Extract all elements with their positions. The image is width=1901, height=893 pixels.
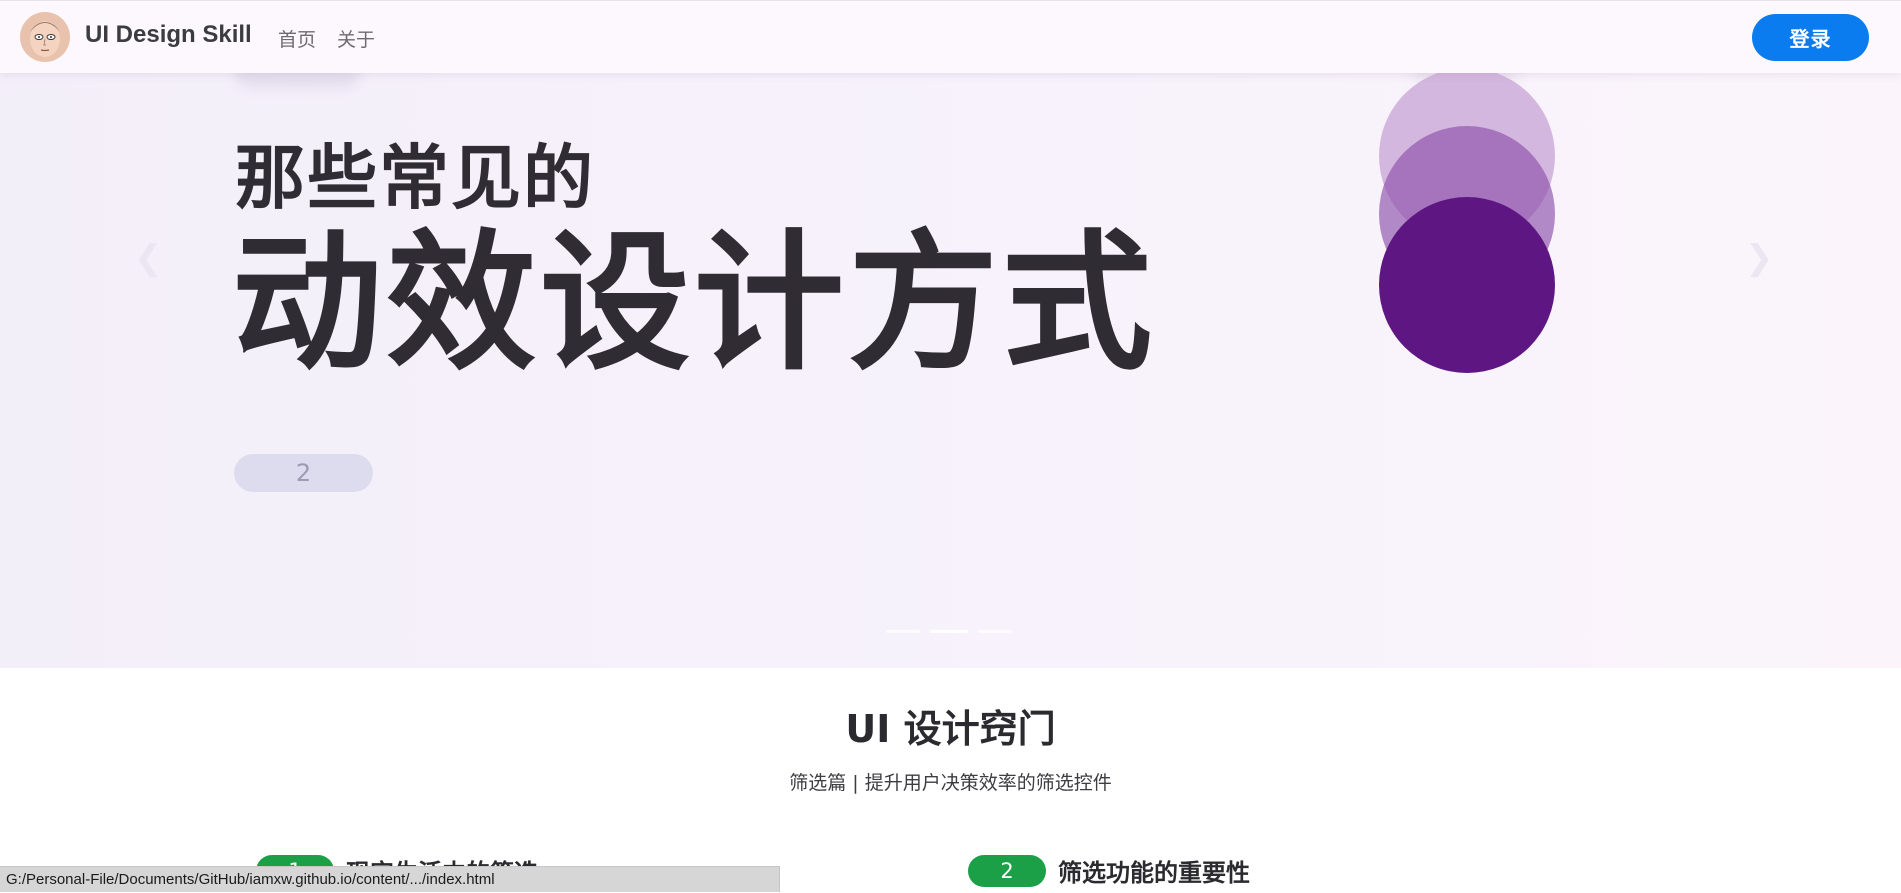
nav-home-link[interactable]: 首页: [278, 25, 316, 52]
brand-name[interactable]: UI Design Skill: [85, 21, 252, 49]
list-item[interactable]: 2 筛选功能的重要性: [968, 853, 1250, 888]
section-title: UI 设计窍门: [845, 707, 1056, 751]
browser-status-bar: G:/Personal-File/Documents/GitHub/iamxw.…: [0, 866, 780, 892]
carousel-dot[interactable]: [978, 630, 1012, 633]
avatar-logo-icon[interactable]: [20, 12, 70, 62]
carousel-dot[interactable]: [886, 630, 920, 633]
section-subtitle: 筛选篇 | 提升用户决策效率的筛选控件: [789, 772, 1112, 794]
item-number-badge: 2: [968, 854, 1046, 887]
item-title: 筛选功能的重要性: [1058, 859, 1250, 887]
carousel-dot-active[interactable]: [930, 630, 968, 633]
hero-blurred-tag: [235, 72, 360, 88]
hero-subtitle: 那些常见的: [235, 137, 595, 219]
carousel-next-icon[interactable]: ❯: [1745, 238, 1774, 278]
decorative-circle-dark: [1379, 197, 1555, 373]
hero-title: 动效设计方式: [232, 217, 1157, 391]
carousel-indicators: [886, 630, 1012, 633]
login-button[interactable]: 登录: [1752, 14, 1869, 61]
hero-carousel: 那些常见的 动效设计方式 2 ❮ ❯: [0, 72, 1901, 668]
carousel-prev-icon[interactable]: ❮: [134, 238, 163, 278]
nav-about-link[interactable]: 关于: [337, 25, 375, 52]
slide-number-badge: 2: [234, 454, 373, 492]
top-navbar: UI Design Skill 首页 关于 登录: [0, 0, 1901, 73]
